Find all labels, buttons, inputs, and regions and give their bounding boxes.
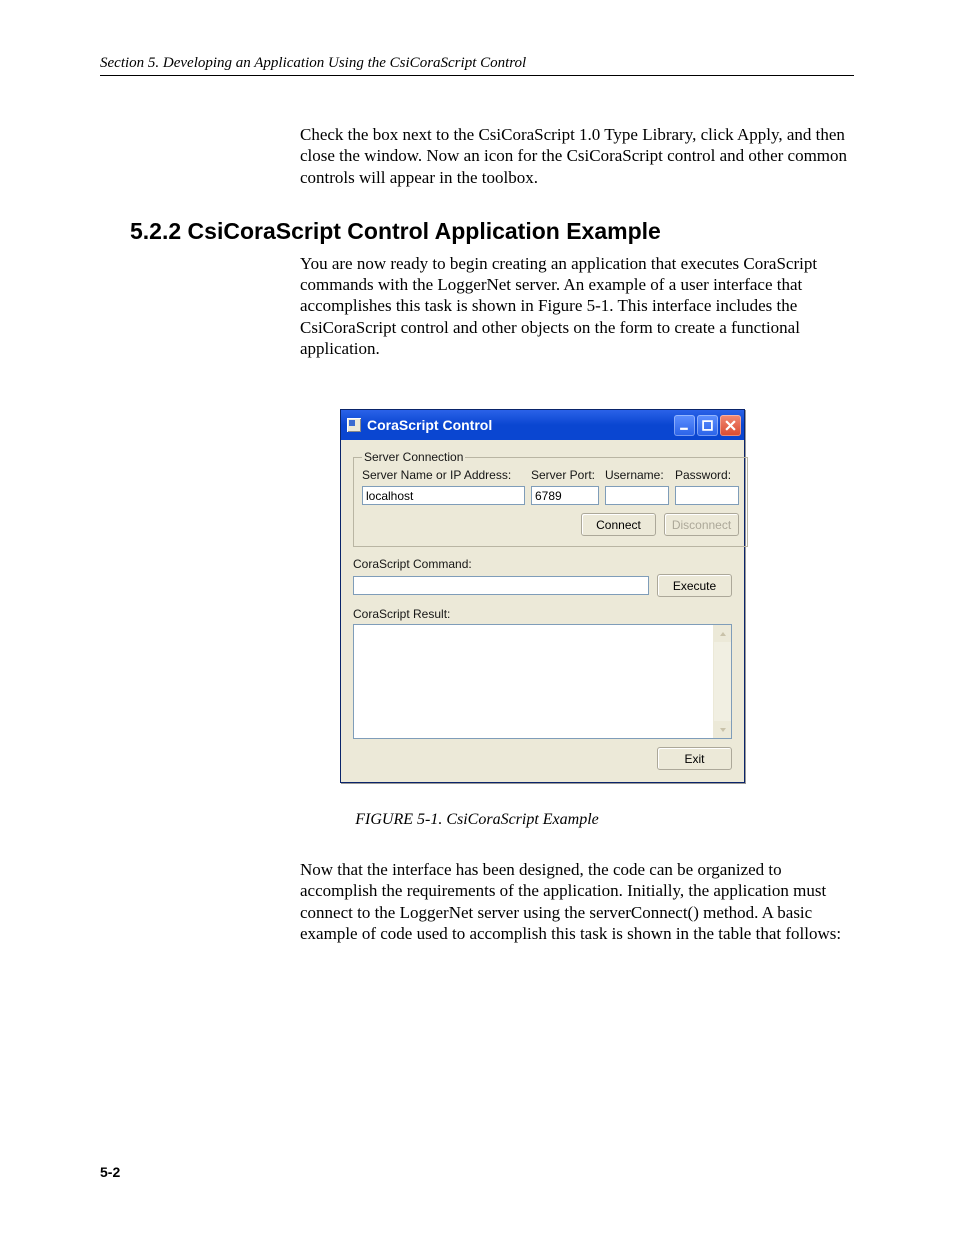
connect-button[interactable]: Connect — [581, 513, 656, 536]
port-label: Server Port: — [531, 468, 599, 482]
command-input[interactable] — [353, 576, 649, 595]
maximize-icon — [702, 420, 713, 431]
server-connection-group: Server Connection Server Name or IP Addr… — [353, 450, 748, 547]
figure-window: CoraScript Control Server Connection Ser… — [340, 409, 745, 783]
app-icon — [347, 418, 361, 432]
disconnect-button[interactable]: Disconnect — [664, 513, 739, 536]
scroll-down-button[interactable] — [714, 721, 731, 738]
scroll-up-button[interactable] — [714, 625, 731, 642]
password-input[interactable] — [675, 486, 739, 505]
window-title: CoraScript Control — [367, 417, 672, 433]
titlebar[interactable]: CoraScript Control — [341, 410, 744, 440]
chevron-down-icon — [719, 726, 727, 734]
exit-button[interactable]: Exit — [657, 747, 732, 770]
result-label: CoraScript Result: — [353, 607, 732, 621]
close-button[interactable] — [720, 415, 741, 436]
group-legend: Server Connection — [362, 450, 465, 464]
minimize-icon — [679, 420, 690, 431]
page-number: 5-2 — [100, 1164, 120, 1180]
scrollbar[interactable] — [713, 625, 731, 738]
username-input[interactable] — [605, 486, 669, 505]
app-window: CoraScript Control Server Connection Ser… — [340, 409, 745, 783]
chevron-up-icon — [719, 630, 727, 638]
execute-button[interactable]: Execute — [657, 574, 732, 597]
closing-paragraph: Now that the interface has been designed… — [300, 859, 854, 944]
username-label: Username: — [605, 468, 669, 482]
minimize-button[interactable] — [674, 415, 695, 436]
result-textarea[interactable] — [353, 624, 732, 739]
port-input[interactable] — [531, 486, 599, 505]
intro-paragraph: Check the box next to the CsiCoraScript … — [300, 124, 854, 188]
server-label: Server Name or IP Address: — [362, 468, 525, 482]
figure-caption: FIGURE 5-1. CsiCoraScript Example — [100, 811, 854, 829]
command-label: CoraScript Command: — [353, 557, 732, 571]
maximize-button[interactable] — [697, 415, 718, 436]
server-input[interactable] — [362, 486, 525, 505]
section-paragraph: You are now ready to begin creating an a… — [300, 253, 854, 359]
page-header: Section 5. Developing an Application Usi… — [100, 55, 854, 76]
section-heading: 5.2.2 CsiCoraScript Control Application … — [130, 218, 854, 245]
password-label: Password: — [675, 468, 739, 482]
close-icon — [725, 420, 736, 431]
